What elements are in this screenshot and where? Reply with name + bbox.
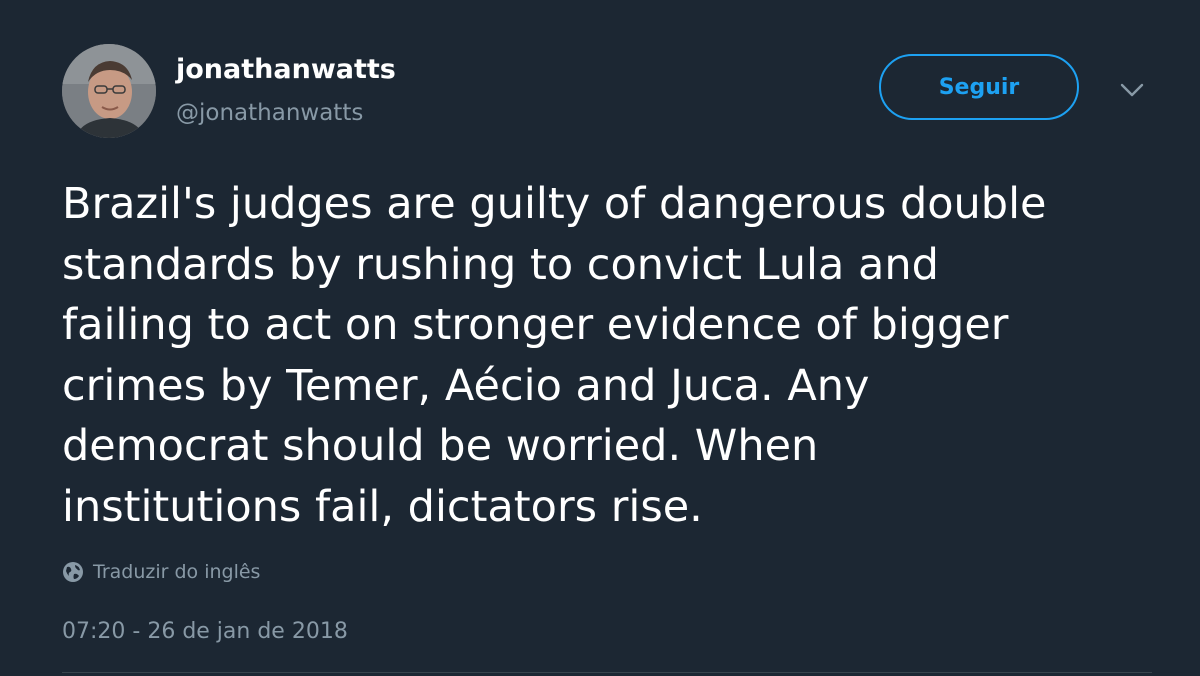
translate-label: Traduzir do inglês [93, 561, 261, 583]
chevron-down-icon[interactable] [1118, 78, 1146, 102]
globe-icon [63, 562, 83, 582]
tweet-text: Brazil's judges are guilty of dangerous … [62, 179, 1047, 532]
translate-link[interactable]: Traduzir do inglês [62, 561, 260, 583]
tweet-card: jonathanwatts @jonathanwatts Seguir Braz… [0, 0, 1200, 676]
divider [62, 672, 1152, 673]
tweet-timestamp[interactable]: 07:20 - 26 de jan de 2018 [62, 619, 348, 644]
person-avatar-icon [62, 44, 156, 138]
author-handle[interactable]: @jonathanwatts [176, 100, 363, 126]
author-display-name[interactable]: jonathanwatts [176, 54, 396, 85]
avatar[interactable] [62, 44, 156, 138]
follow-button[interactable]: Seguir [879, 54, 1079, 120]
